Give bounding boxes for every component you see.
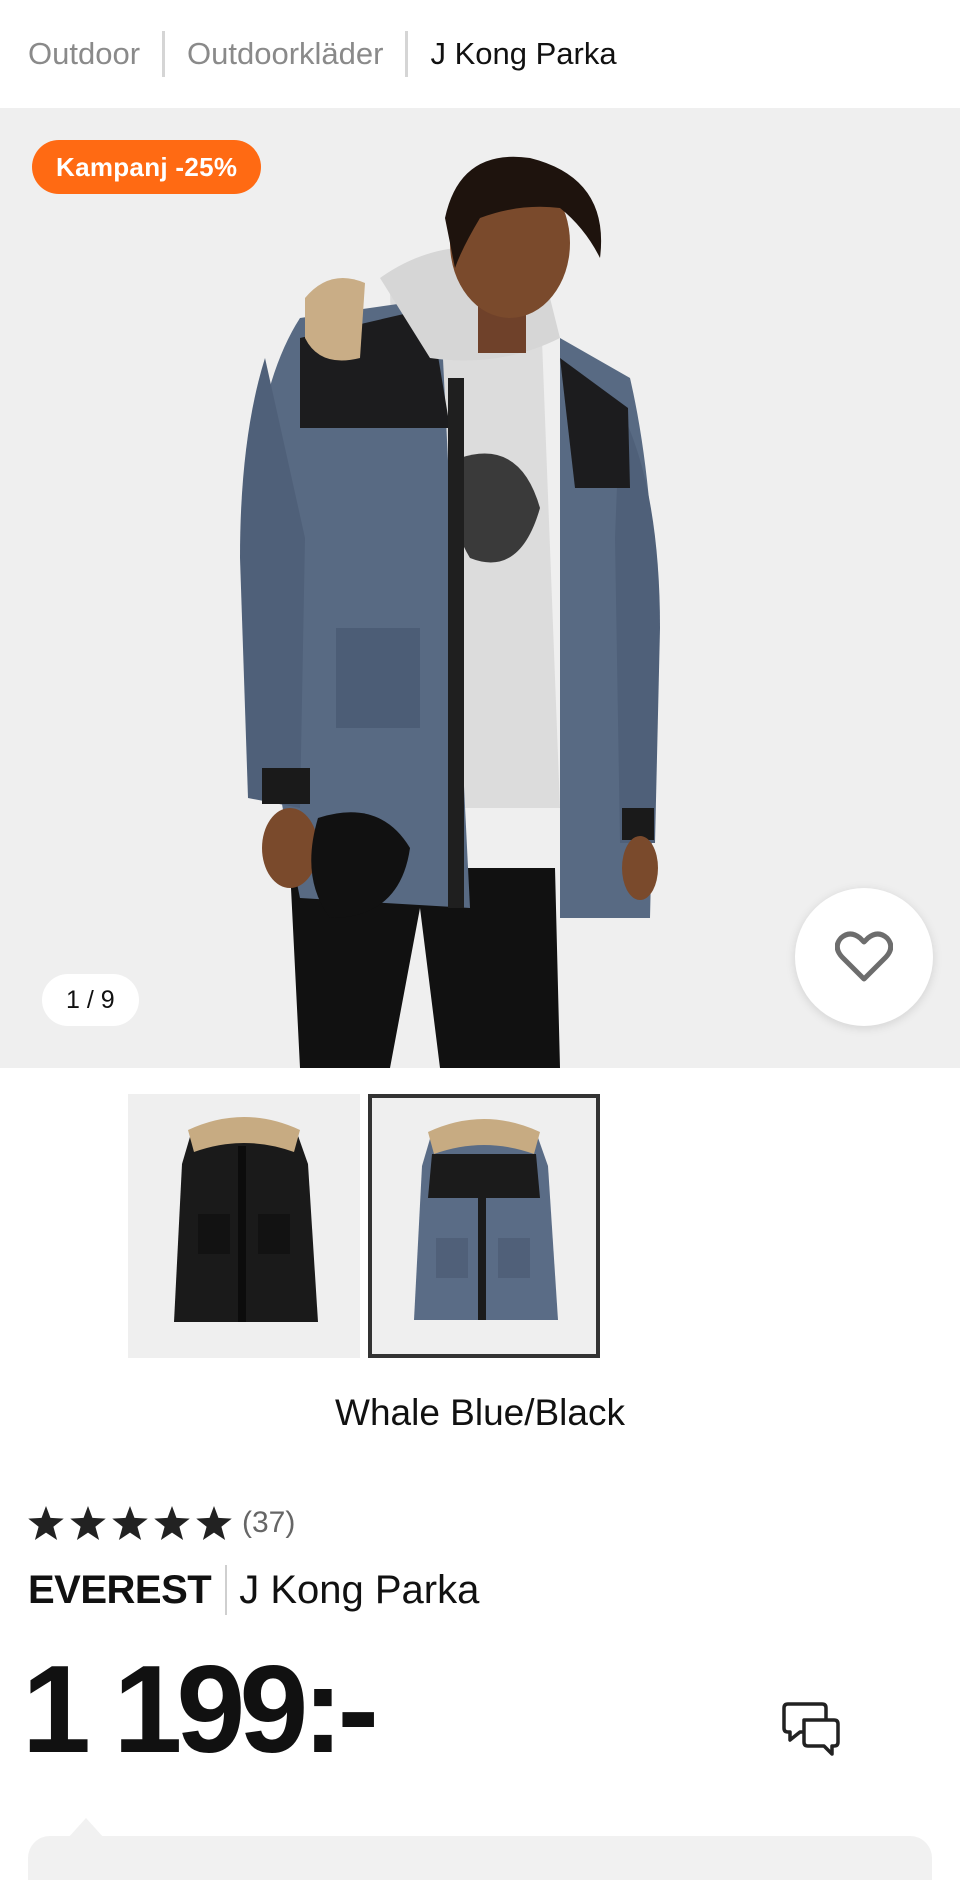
selected-color-name: Whale Blue/Black [335,1392,625,1433]
star-icon [28,1506,64,1540]
blue-parka-thumbnail [414,1119,558,1320]
color-thumbnail-whale-blue[interactable] [368,1094,600,1358]
star-icon [70,1506,106,1540]
favorite-button[interactable] [795,888,933,1026]
review-count: (37) [242,1506,296,1539]
info-panel [28,1836,932,1880]
star-icon [112,1506,148,1540]
product-title: EVEREST J Kong Parka [28,1560,479,1620]
promo-badge: Kampanj -25% [32,140,262,194]
product-price: 1 199:- [22,1641,379,1779]
breadcrumb-divider [162,31,166,77]
image-counter: 1 / 9 [42,974,139,1026]
heart-outline-icon [835,931,893,982]
chat-bubbles-icon [782,1702,840,1756]
chat-button[interactable] [782,1700,842,1761]
product-rating[interactable]: (37) [28,1506,295,1540]
breadcrumb-outdoorklader[interactable]: Outdoorkläder [187,36,383,72]
color-thumbnail-black[interactable] [128,1094,360,1358]
breadcrumb: Outdoor Outdoorkläder J Kong Parka [28,26,617,82]
star-icon [154,1506,190,1540]
breadcrumb-current: J Kong Parka [430,36,617,71]
brand-name[interactable]: EVEREST [28,1568,212,1613]
product-image-carousel[interactable]: Kampanj -25% 1 / 9 [0,108,960,1068]
info-panel-pointer [68,1818,104,1838]
breadcrumb-divider [405,31,409,77]
product-name: J Kong Parka [239,1567,480,1612]
black-parka-thumbnail [174,1117,318,1322]
breadcrumb-outdoor[interactable]: Outdoor [28,36,140,72]
title-divider [225,1565,228,1615]
star-icon [196,1506,232,1540]
rating-stars [28,1506,232,1540]
